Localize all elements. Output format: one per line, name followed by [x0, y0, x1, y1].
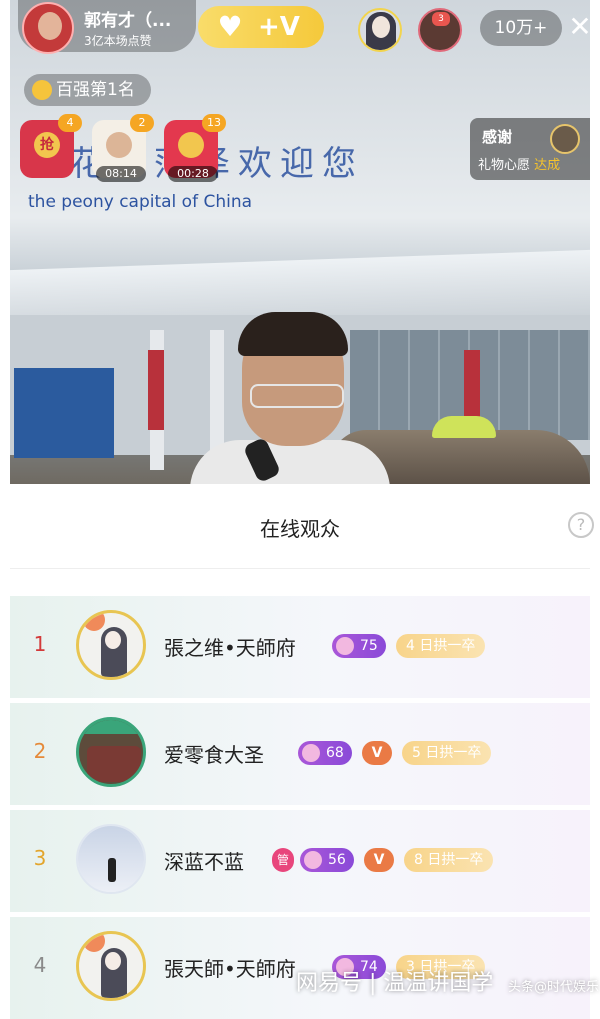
watermark: 网易号 | 温温讲国学 [296, 971, 494, 996]
host-avatar[interactable] [22, 2, 74, 54]
red-packet-3[interactable]: 13 00:28 [164, 114, 226, 182]
level-gem-icon [302, 744, 320, 762]
divider [10, 568, 590, 569]
fan-club-badge: 4 日拱一卒 [396, 634, 486, 658]
flower-frame-icon [83, 613, 105, 631]
viewer-count-button[interactable]: 10万+ [480, 10, 562, 46]
fan-club-badge: 8 日拱一卒 [404, 848, 494, 872]
avatar-face [372, 16, 390, 38]
gift-wish-label: 礼物心愿 [478, 158, 531, 173]
rank-number: 4 [33, 953, 47, 977]
red-packet-timer: 08:14 [96, 166, 146, 182]
level-gem-icon [336, 637, 354, 655]
host-likes: 3亿本场点赞 [84, 34, 152, 48]
audience-row[interactable]: 1 張之维•天師府 75 4 日拱一卒 [10, 596, 590, 698]
watermark-sub: 头条@时代娱乐 [508, 980, 600, 995]
red-packet-timer: 00:28 [168, 166, 218, 182]
level-value: 56 [328, 852, 346, 868]
gift-wish-done: 达成 [534, 158, 561, 173]
heart-icon[interactable]: ♥ [210, 10, 250, 44]
level-badge: 75 [332, 634, 386, 658]
vip-badge: V [364, 848, 394, 872]
avatar-walker [108, 858, 116, 882]
red-packet-count: 2 [130, 114, 154, 132]
thanks-title: 感谢 [482, 128, 513, 146]
vip-badge: V [362, 741, 392, 765]
host-face [38, 12, 62, 40]
level-badge: 56 [300, 848, 354, 872]
audience-name[interactable]: 深蓝不蓝 [164, 846, 244, 875]
audience-name[interactable]: 張之维•天師府 [164, 632, 296, 661]
help-icon[interactable]: ? [568, 512, 594, 538]
level-value: 68 [326, 745, 344, 761]
gift-wish-status: 礼物心愿 达成 [478, 154, 560, 173]
avatar-face [105, 952, 121, 970]
rank-number: 1 [33, 632, 47, 656]
billboard [14, 368, 114, 458]
avatar[interactable] [76, 717, 146, 787]
red-packet-count: 4 [58, 114, 82, 132]
top-viewer-avatar-2[interactable]: 3 [418, 8, 462, 52]
close-icon[interactable]: ✕ [566, 10, 594, 44]
avatar[interactable] [76, 610, 146, 680]
join-fan-club-button[interactable]: +V [258, 10, 300, 44]
level-value: 75 [360, 638, 378, 654]
rank-icon [32, 80, 52, 100]
red-banner [148, 350, 164, 430]
audience-name[interactable]: 張天師•天師府 [164, 953, 296, 982]
avatar-face [105, 631, 121, 649]
audience-row[interactable]: 2 爱零食大圣 68 V 5 日拱一卒 [10, 703, 590, 805]
umbrella [432, 416, 496, 438]
flower-frame-icon [83, 934, 105, 952]
top-viewer-avatar-1[interactable] [358, 8, 402, 52]
level-badge: 68 [298, 741, 352, 765]
red-packet-icon: 抢 [34, 132, 60, 158]
avatar-frame-band [79, 720, 143, 734]
red-packet-icon [178, 132, 204, 158]
red-packet-count: 13 [202, 114, 226, 132]
performer-hair [238, 312, 348, 356]
rank-number: 2 [33, 739, 47, 763]
performer-body [190, 440, 390, 484]
avatar[interactable] [76, 824, 146, 894]
performer-glasses [250, 384, 344, 408]
avatar-scene [87, 746, 141, 782]
gifter-avatar [550, 124, 580, 154]
admin-badge: 管 [272, 848, 294, 872]
red-packet-avatar-icon [106, 132, 132, 158]
hourly-rank-tag[interactable]: 百强第1名 [24, 74, 151, 106]
station-sign-english: the peony capital of China [28, 192, 253, 212]
gift-wish-card[interactable]: 感谢 礼物心愿 达成 [470, 118, 590, 180]
rank-number: 3 [33, 846, 47, 870]
audience-row[interactable]: 3 深蓝不蓝 管 56 V 8 日拱一卒 [10, 810, 590, 912]
red-packet-2[interactable]: 2 08:14 [92, 114, 154, 182]
live-video[interactable]: 花都菏泽欢迎您 the peony capital of China [10, 0, 590, 484]
audience-name[interactable]: 爱零食大圣 [164, 739, 264, 768]
rank-tag-label: 百强第1名 [56, 80, 135, 100]
red-packet-1[interactable]: 抢 4 [20, 114, 82, 178]
fan-club-badge: 5 日拱一卒 [402, 741, 492, 765]
avatar[interactable] [76, 931, 146, 1001]
host-name[interactable]: 郭有才（... [84, 6, 171, 31]
sheet-title: 在线观众 [260, 517, 340, 541]
level-gem-icon [304, 851, 322, 869]
viewer-badge: 3 [432, 12, 450, 26]
